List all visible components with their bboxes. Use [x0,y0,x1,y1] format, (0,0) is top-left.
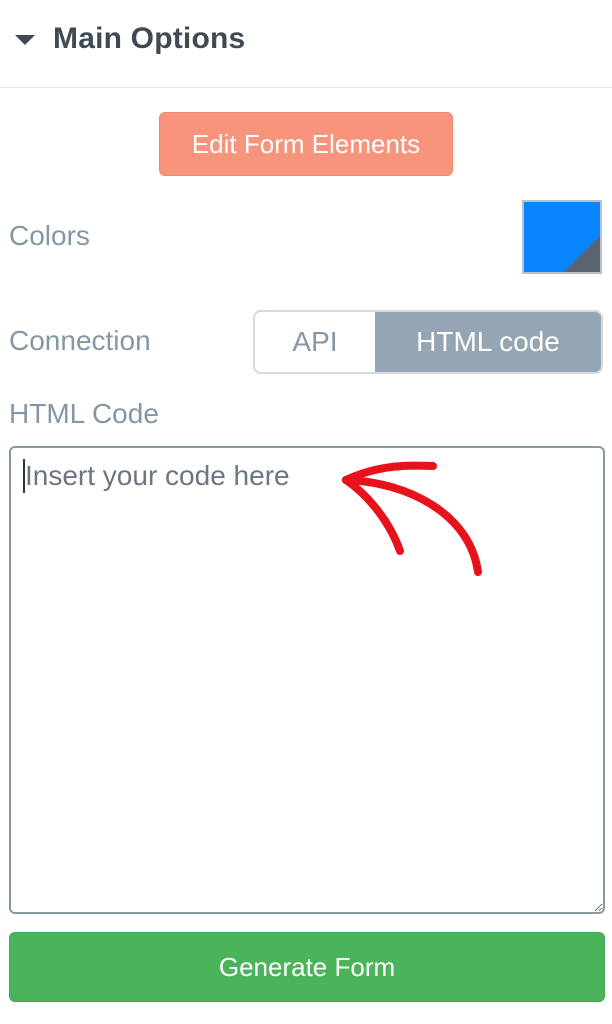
text-cursor [23,459,25,493]
colors-label: Colors [9,220,90,251]
main-options-header[interactable]: Main Options [0,0,612,88]
toggle-api[interactable]: API [255,312,375,372]
color-picker-swatch[interactable] [522,200,602,274]
html-code-textarea[interactable] [9,446,605,914]
section-title: Main Options [53,22,246,55]
html-code-label: HTML Code [9,398,159,429]
connection-label: Connection [9,325,151,356]
caret-down-icon[interactable] [15,35,35,45]
connection-toggle: API HTML code [253,310,603,374]
edit-form-elements-button[interactable]: Edit Form Elements [159,112,453,176]
swatch-corner-indicator [564,236,600,272]
generate-form-button[interactable]: Generate Form [9,932,605,1002]
toggle-html-code[interactable]: HTML code [375,312,601,372]
